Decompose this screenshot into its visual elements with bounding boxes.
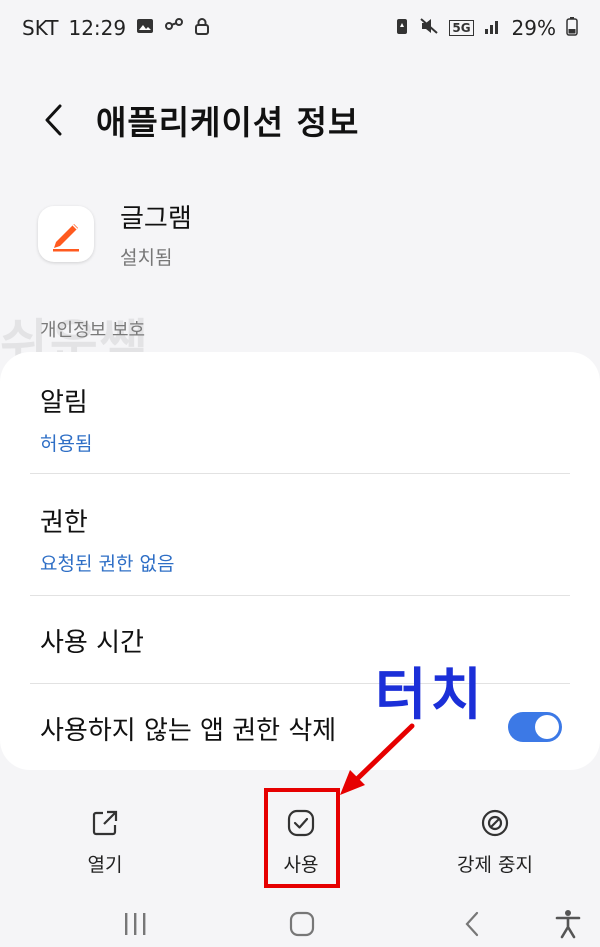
- remove-unused-permissions-title: 사용하지 않는 앱 권한 삭제: [40, 716, 337, 746]
- lock-icon: [194, 17, 210, 40]
- signal-icon: [484, 17, 502, 40]
- open-external-icon: [92, 810, 118, 836]
- section-label-privacy: 개인정보 보호: [40, 320, 146, 341]
- back-nav-button[interactable]: [442, 906, 502, 942]
- link-icon: [164, 17, 184, 40]
- gallery-icon: [136, 17, 154, 40]
- usage-time-row[interactable]: 사용 시간: [40, 622, 570, 659]
- battery-icon: [566, 16, 578, 41]
- usage-time-title: 사용 시간: [40, 628, 144, 658]
- app-install-status: 설치됨: [120, 247, 173, 269]
- recent-apps-icon: [125, 913, 146, 935]
- privacy-settings-card: 알림 허용됨 권한 요청된 권한 없음 사용 시간 사용하지 않는 앱 권한 삭…: [0, 352, 600, 770]
- home-icon: [289, 911, 315, 937]
- accessibility-button[interactable]: [538, 906, 598, 942]
- annotation-touch-label: 터치: [375, 663, 487, 728]
- toggle-knob: [535, 715, 559, 739]
- back-button[interactable]: [18, 90, 88, 150]
- divider: [30, 595, 570, 596]
- remove-unused-permissions-toggle[interactable]: [508, 712, 562, 742]
- app-name: 글그램: [120, 204, 192, 234]
- app-icon: [38, 206, 94, 262]
- system-navigation-bar: [0, 898, 600, 947]
- notifications-value: 허용됨: [40, 433, 93, 455]
- permissions-row[interactable]: 권한 요청된 권한 없음: [40, 502, 570, 576]
- app-bar: 애플리케이션 정보: [0, 88, 600, 152]
- chevron-left-icon: [465, 911, 479, 937]
- notifications-title: 알림: [40, 388, 88, 418]
- page-title: 애플리케이션 정보: [96, 103, 360, 142]
- permissions-title: 권한: [40, 508, 88, 538]
- notifications-row[interactable]: 알림 허용됨: [40, 382, 570, 456]
- permissions-value: 요청된 권한 없음: [40, 553, 175, 575]
- accessibility-icon: [555, 910, 581, 939]
- status-bar: SKT 12:29 5G 29%: [0, 0, 600, 56]
- home-button[interactable]: [272, 906, 332, 942]
- force-stop-button[interactable]: 강제 중지: [420, 795, 570, 890]
- carrier-label: SKT: [22, 16, 59, 40]
- recent-apps-button[interactable]: [105, 906, 165, 942]
- clock: 12:29: [68, 16, 127, 40]
- network-type-icon: 5G: [449, 20, 474, 36]
- open-label: 열기: [87, 854, 123, 876]
- open-button[interactable]: 열기: [30, 795, 180, 890]
- mute-icon: [419, 17, 439, 40]
- block-icon: [481, 809, 509, 837]
- annotation-highlight-box: [264, 788, 340, 888]
- remove-unused-permissions-row[interactable]: 사용하지 않는 앱 권한 삭제: [40, 710, 570, 747]
- divider: [30, 473, 570, 474]
- chevron-left-icon: [45, 104, 62, 136]
- force-stop-label: 강제 중지: [457, 854, 533, 876]
- pencil-icon: [53, 224, 79, 252]
- battery-saver-icon: [395, 17, 409, 40]
- battery-percentage: 29%: [511, 16, 556, 40]
- divider: [30, 683, 570, 684]
- app-info: 글그램 설치됨: [38, 198, 192, 270]
